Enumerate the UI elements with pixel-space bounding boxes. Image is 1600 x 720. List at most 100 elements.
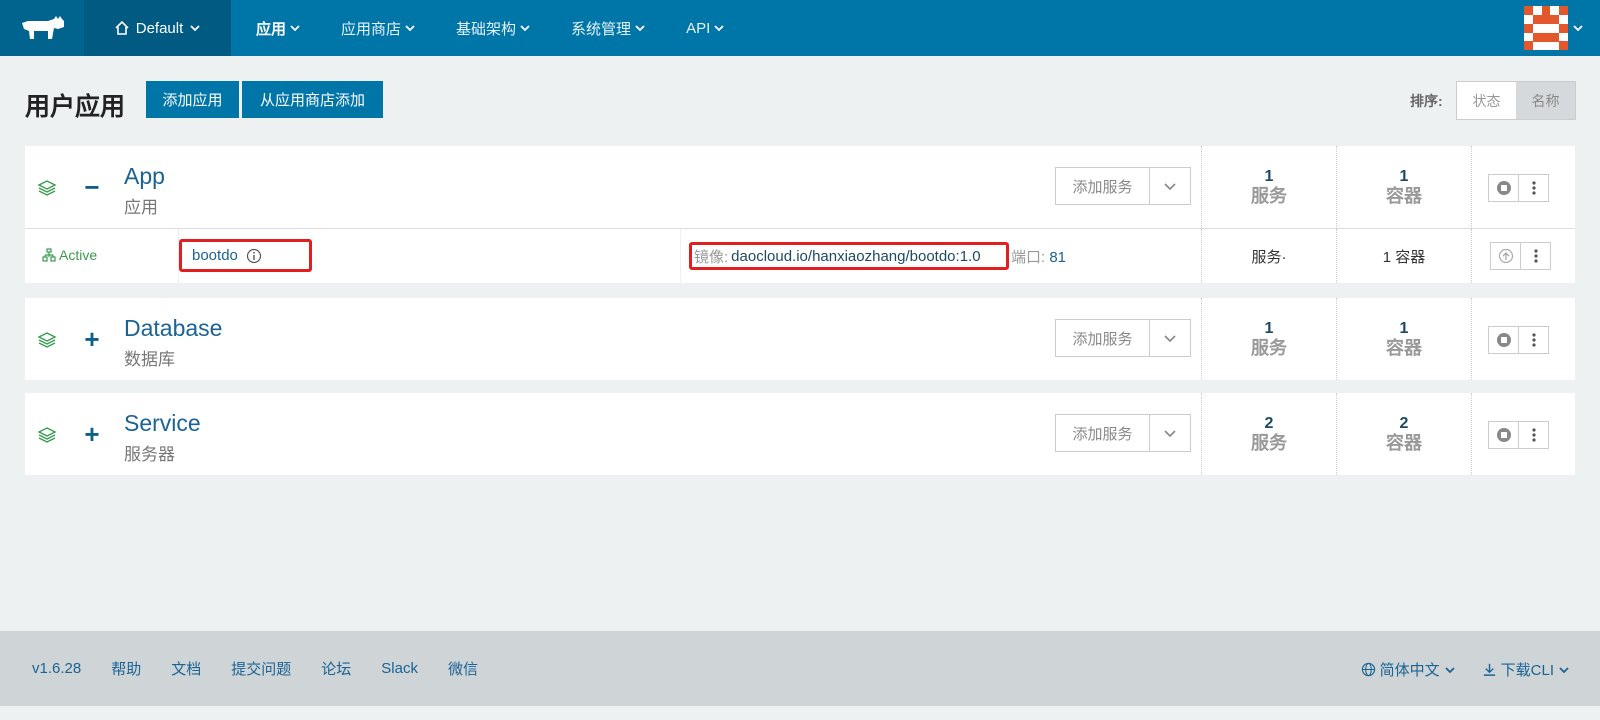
service-count: 1 (1264, 168, 1274, 185)
add-service-dropdown[interactable] (1149, 415, 1190, 451)
service-count-label: 服务 (1251, 433, 1287, 453)
service-actions (1471, 229, 1575, 283)
add-service-dropdown[interactable] (1149, 168, 1190, 204)
footer-link-docs[interactable]: 文档 (171, 658, 201, 679)
upgrade-arrow-icon (1498, 248, 1513, 264)
download-cli-menu[interactable]: 下载CLI (1482, 659, 1570, 680)
globe-icon (1361, 662, 1375, 677)
footer-links: v1.6.28 帮助 文档 提交问题 论坛 Slack 微信 (32, 658, 478, 679)
chevron-down-icon (1445, 666, 1455, 673)
language-label: 简体中文 (1379, 662, 1440, 679)
service-name-highlight: bootdo (179, 239, 312, 272)
stack-card-service: + Service 服务器 添加服务 2 服务 2 容器 (25, 393, 1575, 475)
add-service-split-button: 添加服务 (1055, 167, 1191, 205)
container-count-label: 容器 (1386, 338, 1422, 358)
stack-action-group (1488, 174, 1549, 202)
stack-card-app: − App 应用 添加服务 1 服务 1 容器 Active bootdo 镜像… (25, 146, 1575, 283)
download-cli-label: 下载CLI (1500, 662, 1554, 679)
footer-link-help[interactable]: 帮助 (111, 658, 141, 679)
sort-toggle: 状态 名称 (1456, 81, 1576, 120)
stop-button[interactable] (1489, 327, 1518, 353)
service-count-column: 1 服务 (1201, 146, 1336, 228)
stack-header: + Database 数据库 添加服务 1 服务 1 容器 (25, 298, 1575, 380)
info-icon[interactable] (246, 248, 262, 264)
footer-link-wechat[interactable]: 微信 (448, 658, 478, 679)
nav-item-api[interactable]: API (666, 0, 745, 56)
stack-header: − App 应用 添加服务 1 服务 1 容器 (25, 146, 1575, 228)
stop-icon (1496, 428, 1511, 442)
port-link[interactable]: 81 (1049, 249, 1066, 266)
add-app-button[interactable]: 添加应用 (146, 81, 239, 118)
chevron-down-icon (1164, 430, 1176, 438)
stack-name-link[interactable]: Service (124, 410, 201, 437)
nav-item-label: 应用商店 (341, 20, 402, 38)
chevron-down-icon (1164, 335, 1176, 343)
footer: v1.6.28 帮助 文档 提交问题 论坛 Slack 微信 简体中文 下载CL… (0, 631, 1600, 706)
more-actions-button[interactable] (1518, 422, 1548, 448)
main-menu: 应用 应用商店 基础架构 系统管理 API (231, 0, 745, 56)
more-actions-button[interactable] (1518, 327, 1548, 353)
environment-switcher[interactable]: Default (84, 0, 231, 56)
nav-item-infrastructure[interactable]: 基础架构 (436, 0, 551, 56)
footer-right: 简体中文 下载CLI (1361, 659, 1570, 680)
add-service-button[interactable]: 添加服务 (1056, 320, 1149, 356)
footer-link-forum[interactable]: 论坛 (321, 658, 351, 679)
user-menu[interactable] (1524, 6, 1584, 50)
image-value: daocloud.io/hanxiaozhang/bootdo:1.0 (731, 247, 981, 265)
language-selector[interactable]: 简体中文 (1361, 659, 1456, 680)
kebab-menu-icon (1532, 428, 1536, 442)
rancher-logo[interactable] (0, 0, 84, 56)
service-count-column: 1 服务 (1201, 298, 1336, 380)
port-label: 端口: (1011, 249, 1046, 266)
add-service-button[interactable]: 添加服务 (1056, 415, 1149, 451)
stack-action-group (1488, 326, 1549, 354)
stack-name-link[interactable]: App (124, 163, 165, 190)
sort-by-state-button[interactable]: 状态 (1457, 82, 1516, 119)
kebab-menu-icon (1534, 249, 1538, 263)
container-count-column: 1 容器 (1336, 146, 1471, 228)
service-row: Active bootdo 镜像: daocloud.io/hanxiaozha… (25, 228, 1575, 283)
nav-item-label: 系统管理 (571, 20, 632, 38)
nav-item-admin[interactable]: 系统管理 (551, 0, 666, 56)
stack-description: 应用 (124, 198, 158, 217)
stop-button[interactable] (1489, 422, 1518, 448)
page-title: 用户应用 (25, 93, 126, 121)
service-image-highlight: 镜像: daocloud.io/hanxiaozhang/bootdo:1.0 (689, 242, 1009, 270)
service-more-actions-button[interactable] (1520, 243, 1550, 269)
footer-link-slack[interactable]: Slack (381, 660, 418, 677)
sort-by-name-button[interactable]: 名称 (1516, 82, 1575, 119)
add-service-dropdown[interactable] (1149, 320, 1190, 356)
upgrade-button[interactable] (1491, 243, 1520, 269)
top-navbar: Default 应用 应用商店 基础架构 系统管理 API (0, 0, 1600, 56)
nav-item-catalog[interactable]: 应用商店 (321, 0, 436, 56)
add-from-catalog-button[interactable]: 从应用商店添加 (242, 81, 383, 118)
port-info: 端口: 81 (1011, 246, 1066, 267)
service-action-group (1490, 242, 1551, 270)
container-count: 1 (1399, 168, 1409, 185)
expand-toggle[interactable]: + (82, 419, 102, 449)
stack-name-link[interactable]: Database (124, 315, 222, 342)
container-count: 2 (1399, 415, 1409, 432)
environment-name: Default (135, 19, 184, 37)
service-count-label: 服务 (1251, 338, 1287, 358)
version-link[interactable]: v1.6.28 (32, 660, 81, 677)
more-actions-button[interactable] (1518, 175, 1548, 201)
service-count-column: 2 服务 (1201, 393, 1336, 475)
expand-toggle[interactable]: + (82, 324, 102, 354)
stop-button[interactable] (1489, 175, 1518, 201)
chevron-down-icon (714, 25, 724, 32)
footer-link-issues[interactable]: 提交问题 (231, 658, 291, 679)
service-name-link[interactable]: bootdo (192, 247, 238, 264)
service-count-label: 服务 (1251, 186, 1287, 206)
add-service-button[interactable]: 添加服务 (1056, 168, 1149, 204)
chevron-down-icon (1164, 183, 1176, 191)
service-state: Active (42, 247, 97, 263)
stop-icon (1496, 333, 1511, 347)
image-label: 镜像: (694, 248, 729, 266)
stack-card-database: + Database 数据库 添加服务 1 服务 1 容器 (25, 298, 1575, 380)
avatar (1524, 6, 1568, 50)
nav-item-apps[interactable]: 应用 (231, 0, 321, 56)
stack-header: + Service 服务器 添加服务 2 服务 2 容器 (25, 393, 1575, 475)
kebab-menu-icon (1532, 181, 1536, 195)
collapse-toggle[interactable]: − (82, 172, 102, 202)
